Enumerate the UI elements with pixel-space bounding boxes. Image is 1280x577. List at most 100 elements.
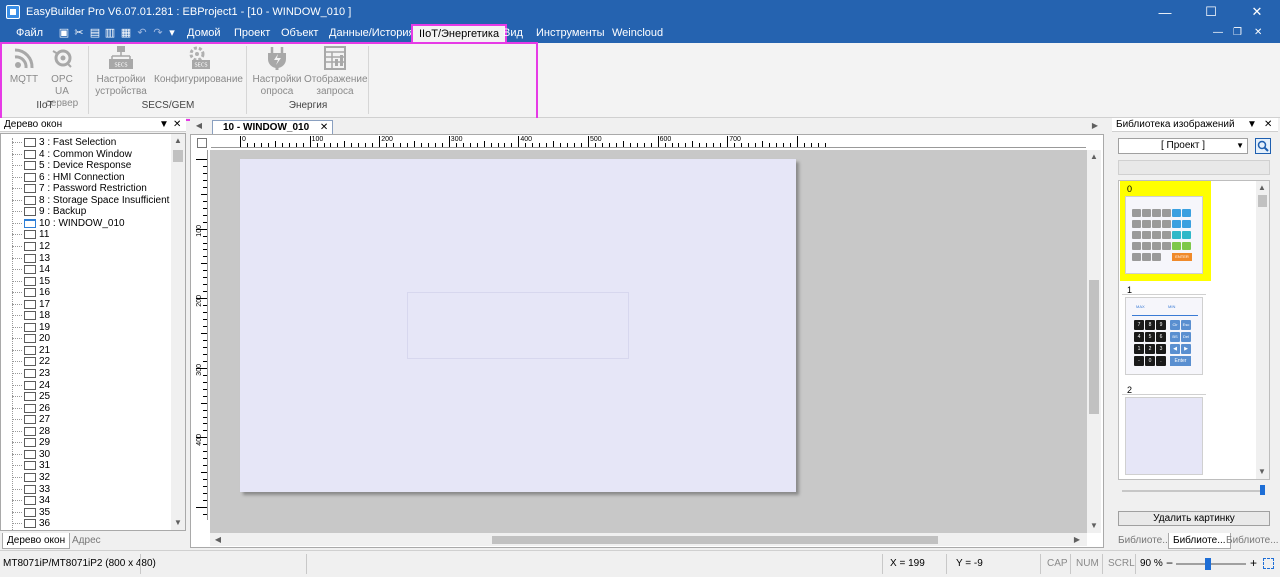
tree-window-item[interactable]: 36: [1, 518, 169, 530]
tree-scroll-thumb[interactable]: [173, 150, 183, 162]
mdi-close-icon[interactable]: ✕: [1254, 27, 1262, 38]
tab-scroll-right-icon[interactable]: ▶: [1090, 121, 1100, 131]
tree-window-item[interactable]: 13: [1, 253, 169, 265]
tree-window-item[interactable]: 29: [1, 437, 169, 449]
blank-image-2[interactable]: [1125, 397, 1203, 475]
mdi-restore-icon[interactable]: ❐: [1233, 27, 1242, 38]
tree-window-item[interactable]: 18: [1, 310, 169, 322]
tree-window-item[interactable]: 10 : WINDOW_010: [1, 218, 169, 230]
canvas-vscrollbar[interactable]: ▲ ▼: [1087, 150, 1101, 533]
app-icon[interactable]: [6, 5, 20, 19]
menu-file[interactable]: Файл: [16, 24, 43, 43]
scroll-up-icon[interactable]: ▲: [1089, 152, 1099, 162]
tab-window-tree[interactable]: Дерево окон: [2, 533, 71, 549]
tree-window-item[interactable]: 32: [1, 472, 169, 484]
zoom-slider-knob[interactable]: [1205, 558, 1211, 570]
maximize-button[interactable]: ☐: [1188, 0, 1234, 24]
menu-weincloud[interactable]: Weincloud: [612, 24, 663, 43]
tree-window-item[interactable]: 4 : Common Window: [1, 149, 169, 161]
tree-window-item[interactable]: 25: [1, 391, 169, 403]
tree-window-item[interactable]: 5 : Device Response: [1, 160, 169, 172]
menu-tools[interactable]: Инструменты: [536, 24, 605, 43]
menu-project[interactable]: Проект: [234, 24, 270, 43]
scroll-up-icon[interactable]: ▲: [173, 136, 183, 146]
canvas-hscroll-thumb[interactable]: [492, 536, 938, 544]
tree-window-item[interactable]: 7 : Password Restriction: [1, 183, 169, 195]
scroll-down-icon[interactable]: ▼: [1089, 521, 1099, 531]
zoom-slider[interactable]: [1176, 563, 1246, 565]
tree-window-item[interactable]: 9 : Backup: [1, 206, 169, 218]
download-icon[interactable]: ▥: [104, 27, 116, 39]
tree-window-item[interactable]: 21: [1, 345, 169, 357]
tab-address[interactable]: Адрес: [68, 533, 105, 549]
tree-window-item[interactable]: 15: [1, 276, 169, 288]
keypad-image-0[interactable]: ENTER: [1125, 196, 1203, 274]
tree-window-item[interactable]: 6 : HMI Connection: [1, 172, 169, 184]
menu-object[interactable]: Объект: [281, 24, 318, 43]
menu-view[interactable]: Вид: [503, 24, 523, 43]
redo-icon[interactable]: ↷: [152, 27, 164, 39]
tab-library-1[interactable]: Библиоте...: [1114, 533, 1175, 549]
tree-window-item[interactable]: 3 : Fast Selection: [1, 137, 169, 149]
tab-scroll-left-icon[interactable]: ◀: [194, 121, 204, 131]
library-scrollbar[interactable]: ▲ ▼: [1256, 181, 1269, 479]
tab-window-010[interactable]: 10 - WINDOW_010 ✕: [212, 120, 334, 134]
tree-window-item[interactable]: 28: [1, 426, 169, 438]
tree-window-item[interactable]: 17: [1, 299, 169, 311]
scroll-left-icon[interactable]: ◀: [213, 535, 223, 545]
panel-close-icon[interactable]: ✕: [173, 118, 181, 132]
thumbnail-size-knob[interactable]: [1260, 485, 1265, 495]
pin-dropdown-icon[interactable]: ▼: [1247, 118, 1257, 132]
tree-window-item[interactable]: 24: [1, 380, 169, 392]
thumbnail-size-slider[interactable]: [1122, 490, 1262, 492]
tools-icon[interactable]: ✂: [73, 27, 85, 39]
library-search-button[interactable]: [1255, 138, 1271, 154]
keypad-image-1[interactable]: MAX MIN 7 8 9 4 5 6 1 2 3 -0. Clr Esc BS Del ◀ ▶ Enter: [1125, 297, 1203, 375]
tree-window-item[interactable]: 20: [1, 333, 169, 345]
ruler-corner[interactable]: [197, 138, 207, 148]
library-source-select[interactable]: [ Проект ] ▼: [1118, 138, 1248, 154]
menu-home[interactable]: Домой: [187, 24, 221, 43]
tab-library-3[interactable]: Библиоте...: [1222, 533, 1280, 549]
tree-window-item[interactable]: 14: [1, 264, 169, 276]
scroll-right-icon[interactable]: ▶: [1072, 535, 1082, 545]
tab-close-icon[interactable]: ✕: [320, 122, 328, 133]
undo-icon[interactable]: ↶: [136, 27, 148, 39]
canvas-vscroll-thumb[interactable]: [1089, 280, 1099, 414]
menu-data-history[interactable]: Данные/История: [329, 24, 414, 43]
tree-window-item[interactable]: 31: [1, 460, 169, 472]
simulate-icon[interactable]: ▦: [120, 27, 132, 39]
scroll-up-icon[interactable]: ▲: [1257, 183, 1267, 193]
scroll-down-icon[interactable]: ▼: [173, 518, 183, 528]
tree-window-item[interactable]: 26: [1, 403, 169, 415]
fit-to-window-icon[interactable]: [1263, 558, 1274, 569]
scroll-down-icon[interactable]: ▼: [1257, 467, 1267, 477]
quick-access-dropdown-icon[interactable]: ▾: [166, 27, 178, 39]
zoom-in-button[interactable]: +: [1250, 556, 1257, 570]
tree-window-item[interactable]: 33: [1, 484, 169, 496]
tree-window-item[interactable]: 30: [1, 449, 169, 461]
build-icon[interactable]: ▤: [89, 27, 101, 39]
tree-window-item[interactable]: 12: [1, 241, 169, 253]
library-filter-field[interactable]: [1118, 160, 1270, 175]
tree-window-item[interactable]: 35: [1, 507, 169, 519]
pin-dropdown-icon[interactable]: ▼: [159, 118, 169, 132]
tree-window-item[interactable]: 16: [1, 287, 169, 299]
library-scroll-thumb[interactable]: [1258, 195, 1267, 207]
tree-window-item[interactable]: 23: [1, 368, 169, 380]
panel-close-icon[interactable]: ✕: [1264, 118, 1272, 132]
tree-window-item[interactable]: 34: [1, 495, 169, 507]
delete-image-button[interactable]: Удалить картинку: [1118, 511, 1270, 526]
save-icon[interactable]: ▣: [58, 27, 70, 39]
tree-window-item[interactable]: 11: [1, 229, 169, 241]
zoom-out-button[interactable]: −: [1166, 556, 1173, 570]
menu-iiot-energy[interactable]: IIoT/Энергетика: [411, 24, 508, 43]
tree-window-item[interactable]: 8 : Storage Space Insufficient: [1, 195, 169, 207]
tree-window-item[interactable]: 22: [1, 356, 169, 368]
mdi-minimize-icon[interactable]: —: [1213, 27, 1223, 38]
tree-window-item[interactable]: 19: [1, 322, 169, 334]
minimize-button[interactable]: —: [1142, 0, 1188, 24]
tree-window-item[interactable]: 27: [1, 414, 169, 426]
tree-scrollbar[interactable]: ▲ ▼: [171, 134, 185, 530]
close-button[interactable]: ✕: [1234, 0, 1280, 24]
